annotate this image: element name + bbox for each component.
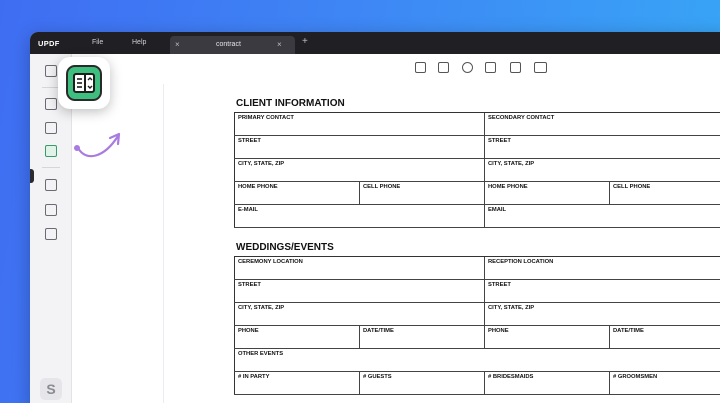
form-field[interactable]: # IN PARTY <box>234 372 359 394</box>
form-field[interactable]: RECEPTION LOCATION <box>484 257 720 279</box>
form-field[interactable]: HOME PHONE <box>234 182 359 204</box>
form-field[interactable]: CELL PHONE <box>359 182 484 204</box>
weddings-events-form: CEREMONY LOCATION RECEPTION LOCATION STREE… <box>234 256 720 395</box>
sidebar-collapse-handle[interactable] <box>30 169 34 183</box>
form-field[interactable]: CITY, STATE, ZIP <box>484 303 720 325</box>
menu-file[interactable]: File <box>92 39 103 46</box>
form-row: HOME PHONE CELL PHONE HOME PHONE CELL PHONE <box>234 182 720 205</box>
form-row: # IN PARTY # GUESTS # BRIDESMAIDS # GROOMSM… <box>234 372 720 395</box>
form-row: STREET STREET <box>234 136 720 159</box>
section-title-weddings: WEDDINGS/EVENTS <box>236 242 334 253</box>
form-row: CEREMONY LOCATION RECEPTION LOCATION <box>234 257 720 280</box>
new-tab-button[interactable]: + <box>302 36 308 47</box>
brand-logo-icon: S <box>40 378 62 400</box>
text-field-icon[interactable] <box>415 62 426 73</box>
ocr-icon[interactable] <box>45 179 57 191</box>
app-logo: UPDF <box>38 39 60 48</box>
tab-label: contract <box>216 41 241 48</box>
form-field[interactable]: EMAIL <box>484 205 720 227</box>
form-row: STREET STREET <box>234 280 720 303</box>
form-field[interactable]: DATE/TIME <box>359 326 484 348</box>
compress-icon[interactable] <box>45 228 57 240</box>
close-icon[interactable]: × <box>175 40 180 49</box>
client-info-form: PRIMARY CONTACT SECONDARY CONTACT STREET ST… <box>234 112 720 228</box>
form-row: PRIMARY CONTACT SECONDARY CONTACT <box>234 113 720 136</box>
form-row: CITY, STATE, ZIP CITY, STATE, ZIP <box>234 303 720 326</box>
radio-button-icon[interactable] <box>462 62 473 73</box>
checkbox-icon[interactable] <box>438 62 449 73</box>
form-glyph <box>73 73 95 93</box>
form-field[interactable]: E-MAIL <box>234 205 484 227</box>
page-thumbnail-icon[interactable] <box>45 65 57 77</box>
form-field[interactable]: SECONDARY CONTACT <box>484 113 720 135</box>
form-field[interactable]: PHONE <box>234 326 359 348</box>
form-field[interactable]: STREET <box>484 280 720 302</box>
form-row: PHONE DATE/TIME PHONE DATE/TIME <box>234 326 720 349</box>
form-field[interactable]: PRIMARY CONTACT <box>234 113 484 135</box>
pointer-arrow-icon <box>74 132 121 158</box>
form-field[interactable]: OTHER EVENTS <box>234 349 720 371</box>
form-field[interactable]: CITY, STATE, ZIP <box>234 303 484 325</box>
form-field[interactable]: STREET <box>484 136 720 158</box>
close-tab-icon[interactable]: × <box>277 40 282 49</box>
form-field[interactable]: # BRIDESMAIDS <box>484 372 609 394</box>
organize-icon[interactable] <box>45 204 57 216</box>
title-bar: UPDF File Help × contract × + <box>30 32 720 54</box>
form-row: CITY, STATE, ZIP CITY, STATE, ZIP <box>234 159 720 182</box>
form-field[interactable]: STREET <box>234 280 484 302</box>
list-box-icon[interactable] <box>485 62 496 73</box>
form-field[interactable]: # GROOMSMEN <box>609 372 720 394</box>
form-field[interactable]: HOME PHONE <box>484 182 609 204</box>
form-icon <box>66 65 102 101</box>
form-field[interactable]: STREET <box>234 136 484 158</box>
tab-contract[interactable]: × contract × <box>170 36 295 54</box>
form-field[interactable]: DATE/TIME <box>609 326 720 348</box>
form-field[interactable]: CELL PHONE <box>609 182 720 204</box>
section-title-client: CLIENT INFORMATION <box>236 98 345 109</box>
form-row: OTHER EVENTS <box>234 349 720 372</box>
form-field[interactable]: PHONE <box>484 326 609 348</box>
document-page: CLIENT INFORMATION PRIMARY CONTACT SECOND… <box>163 84 720 403</box>
form-field[interactable]: CITY, STATE, ZIP <box>484 159 720 181</box>
dropdown-icon[interactable] <box>510 62 521 73</box>
form-field[interactable]: CITY, STATE, ZIP <box>234 159 484 181</box>
form-row: E-MAIL EMAIL <box>234 205 720 228</box>
form-field[interactable]: # GUESTS <box>359 372 484 394</box>
menu-help[interactable]: Help <box>132 39 146 46</box>
button-icon[interactable] <box>534 62 547 73</box>
form-field[interactable]: CEREMONY LOCATION <box>234 257 484 279</box>
app-window: UPDF File Help × contract × + S CLIENT I… <box>30 32 720 403</box>
